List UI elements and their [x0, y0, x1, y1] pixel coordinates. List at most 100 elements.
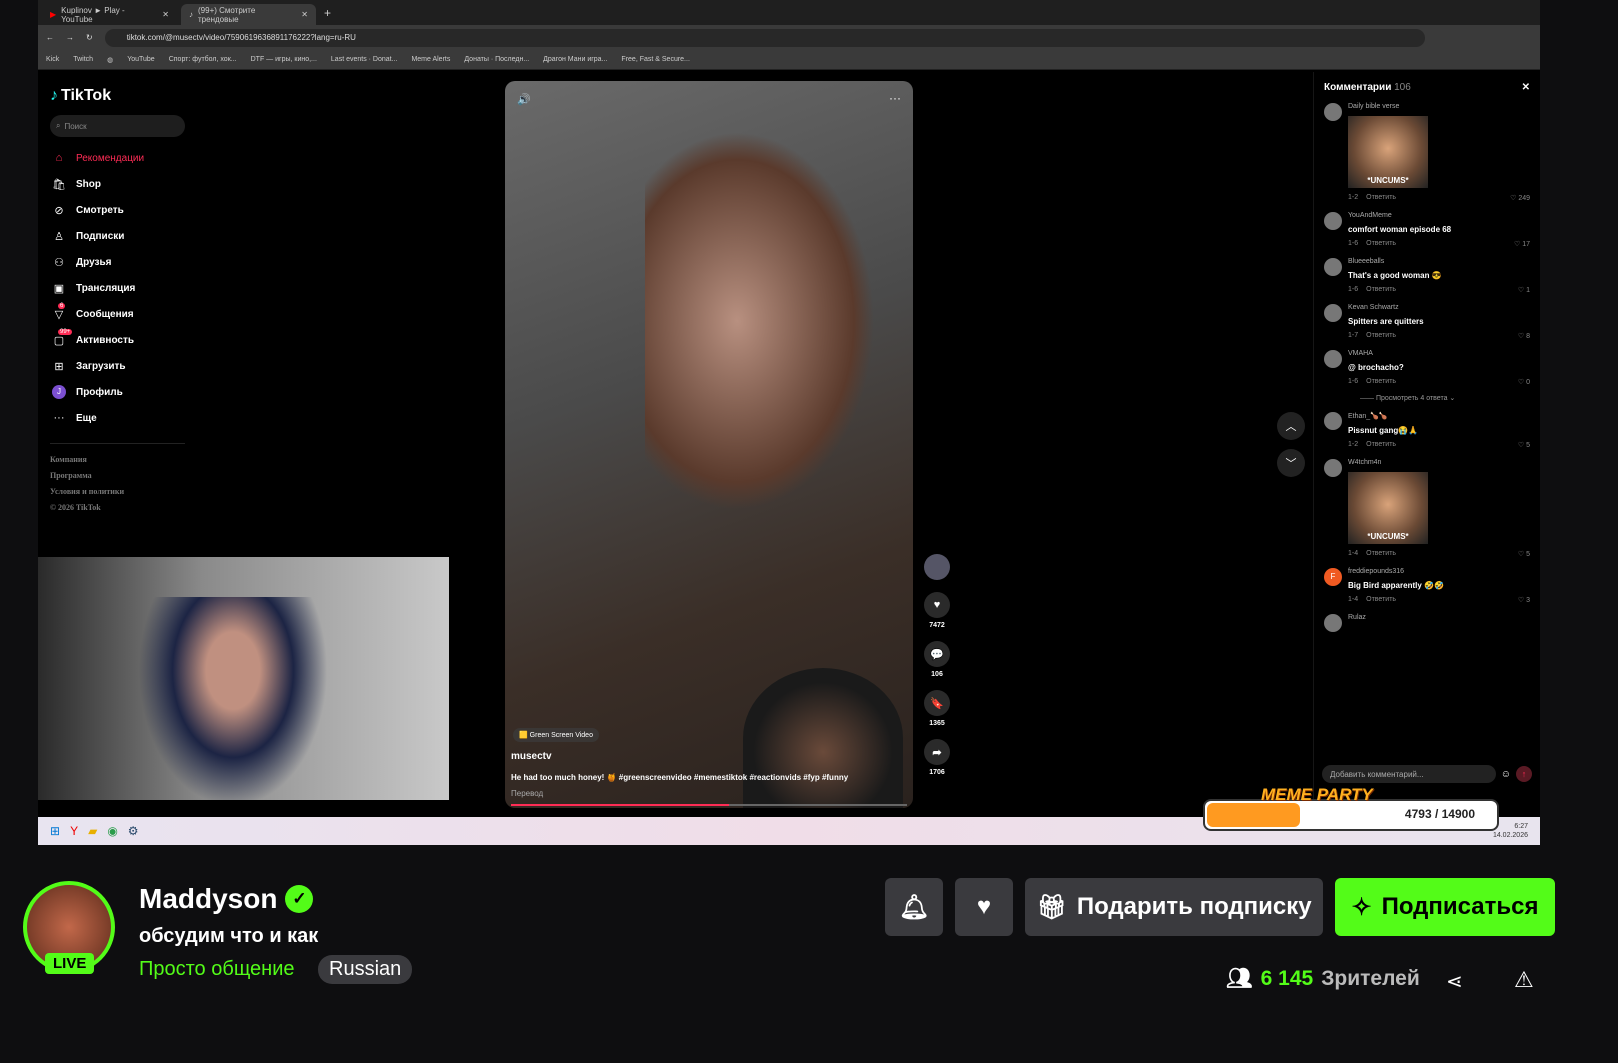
commenter-avatar[interactable]: [1324, 350, 1342, 368]
forward-icon[interactable]: →: [66, 33, 74, 42]
reply-button[interactable]: Ответить: [1366, 240, 1396, 248]
bookmark[interactable]: Free, Fast & Secure...: [621, 56, 689, 63]
yandex-browser-icon[interactable]: Y: [70, 824, 78, 838]
comment-author[interactable]: Daily bible verse: [1348, 103, 1530, 110]
stream-category[interactable]: Просто общение: [139, 958, 295, 981]
reply-button[interactable]: Ответить: [1366, 194, 1396, 202]
reply-button[interactable]: Ответить: [1366, 332, 1396, 340]
comment-author[interactable]: YouAndMeme: [1348, 212, 1530, 219]
bookmark[interactable]: YouTube: [127, 56, 155, 63]
sidebar-item-4[interactable]: ⚇ Друзья: [50, 249, 185, 275]
previous-video-button[interactable]: ︿: [1277, 412, 1305, 440]
share-icon[interactable]: ⋖: [1446, 969, 1463, 994]
back-icon[interactable]: ←: [46, 33, 54, 42]
commenter-avatar[interactable]: [1324, 212, 1342, 230]
comment-image[interactable]: *UNCUMS*: [1348, 472, 1428, 544]
comment-author[interactable]: Ethan_🍗🍗: [1348, 412, 1530, 420]
commenter-avatar[interactable]: [1324, 103, 1342, 121]
sidebar-item-5[interactable]: ▣ Трансляция: [50, 275, 185, 301]
close-icon[interactable]: ✕: [1522, 82, 1530, 93]
comment-like-button[interactable]: ♡ 3: [1518, 596, 1530, 604]
comment-author[interactable]: VMAHA: [1348, 350, 1530, 357]
author-avatar[interactable]: [924, 554, 950, 580]
footer-link[interactable]: Программа: [50, 468, 185, 484]
commenter-avatar[interactable]: F: [1324, 568, 1342, 586]
comment-input[interactable]: [1322, 765, 1496, 783]
subscribe-button[interactable]: ✧ Подписаться: [1335, 878, 1555, 936]
reply-button[interactable]: Ответить: [1366, 596, 1396, 604]
sidebar-item-6[interactable]: ▽ 6 Сообщения: [50, 301, 185, 327]
sidebar-item-10[interactable]: ··· Еще: [50, 405, 185, 431]
video-progress-bar[interactable]: [511, 804, 907, 806]
video-author[interactable]: musectv: [511, 751, 552, 762]
bookmark[interactable]: Meme Alerts: [411, 56, 450, 63]
translate-link[interactable]: Перевод: [511, 789, 543, 798]
comment-image[interactable]: *UNCUMS*: [1348, 116, 1428, 188]
gift-subscription-button[interactable]: 🎁︎ Подарить подписку: [1025, 878, 1323, 936]
sidebar-item-9[interactable]: J Профиль: [50, 379, 185, 405]
sidebar-item-0[interactable]: ⌂ Рекомендации: [50, 145, 185, 171]
share-button[interactable]: ➦: [924, 739, 950, 765]
reply-button[interactable]: Ответить: [1366, 378, 1396, 386]
more-options-icon[interactable]: ···: [889, 91, 901, 105]
commenter-avatar[interactable]: [1324, 459, 1342, 477]
file-explorer-icon[interactable]: ▰: [88, 824, 97, 838]
follow-button[interactable]: ♥: [955, 878, 1013, 936]
search-input[interactable]: ⌕ Поиск: [50, 115, 185, 137]
bookmark[interactable]: Драгон Мани игра...: [543, 56, 607, 63]
sidebar-item-1[interactable]: 🛍︎ Shop: [50, 171, 185, 197]
next-video-button[interactable]: ﹀: [1277, 449, 1305, 477]
comment-author[interactable]: freddiepounds316: [1348, 568, 1530, 575]
send-comment-button[interactable]: ↑: [1516, 766, 1532, 782]
commenter-avatar[interactable]: [1324, 304, 1342, 322]
comment-like-button[interactable]: ♡ 1: [1518, 286, 1530, 294]
globe-icon[interactable]: ◍: [107, 56, 113, 64]
steam-icon[interactable]: ⚙: [128, 824, 139, 838]
bookmark[interactable]: Twitch: [73, 56, 93, 63]
bookmark[interactable]: DTF — игры, кино,...: [251, 56, 317, 63]
notifications-button[interactable]: 🔔︎: [885, 878, 943, 936]
commenter-avatar[interactable]: [1324, 412, 1342, 430]
close-tab-icon[interactable]: ✕: [162, 10, 169, 19]
footer-link[interactable]: Условия и политики: [50, 484, 185, 500]
sidebar-item-7[interactable]: ▢ 99+ Активность: [50, 327, 185, 353]
bookmark[interactable]: Kick: [46, 56, 59, 63]
comment-button[interactable]: 💬: [924, 641, 950, 667]
tab-tiktok[interactable]: ♪ (99+) Смотрите трендовые ✕: [181, 4, 316, 25]
tab-youtube[interactable]: ▶ Kuplinov ► Play - YouTube ✕: [42, 4, 177, 25]
commenter-avatar[interactable]: [1324, 614, 1342, 632]
reply-button[interactable]: Ответить: [1366, 286, 1396, 294]
comment-author[interactable]: Blueeeballs: [1348, 258, 1530, 265]
emoji-icon[interactable]: ☺: [1501, 769, 1511, 780]
comment-like-button[interactable]: ♡ 249: [1510, 194, 1530, 202]
sidebar-item-3[interactable]: ♙ Подписки: [50, 223, 185, 249]
video-player[interactable]: 🔊 ··· 🟨 Green Screen Video musectv He ha…: [505, 81, 913, 808]
effect-badge[interactable]: 🟨 Green Screen Video: [513, 728, 599, 742]
comment-like-button[interactable]: ♡ 8: [1518, 332, 1530, 340]
url-input[interactable]: tiktok.com/@musectv/video/75906196368911…: [104, 28, 1425, 47]
reply-button[interactable]: Ответить: [1366, 441, 1396, 449]
sidebar-item-8[interactable]: ⊞ Загрузить: [50, 353, 185, 379]
comment-like-button[interactable]: ♡ 0: [1518, 378, 1530, 386]
reload-icon[interactable]: ↻: [86, 33, 93, 42]
new-tab-icon[interactable]: +: [324, 6, 331, 20]
like-button[interactable]: ♥: [924, 592, 950, 618]
comment-like-button[interactable]: ♡ 5: [1518, 441, 1530, 449]
bookmark[interactable]: Last events · Donat...: [331, 56, 398, 63]
comment-like-button[interactable]: ♡ 5: [1518, 550, 1530, 558]
comment-author[interactable]: W4tchm4n: [1348, 459, 1530, 466]
reply-button[interactable]: Ответить: [1366, 550, 1396, 558]
view-replies-button[interactable]: —— Просмотреть 4 ответа ⌄: [1360, 394, 1530, 402]
close-tab-icon[interactable]: ✕: [301, 10, 308, 19]
comment-author[interactable]: Kevan Schwartz: [1348, 304, 1530, 311]
volume-icon[interactable]: 🔊: [517, 93, 531, 106]
windows-start-icon[interactable]: ⊞: [50, 824, 60, 838]
language-tag[interactable]: Russian: [318, 955, 413, 984]
tiktok-logo[interactable]: ♪ TikTok: [50, 87, 185, 105]
comment-author[interactable]: Rulaz: [1348, 614, 1530, 621]
bookmark[interactable]: Донаты · Последн...: [464, 56, 529, 63]
comment-like-button[interactable]: ♡ 17: [1514, 240, 1530, 248]
commenter-avatar[interactable]: [1324, 258, 1342, 276]
streamer-name[interactable]: Maddyson: [139, 883, 277, 915]
bookmark[interactable]: Спорт: футбол, хок...: [169, 56, 237, 63]
